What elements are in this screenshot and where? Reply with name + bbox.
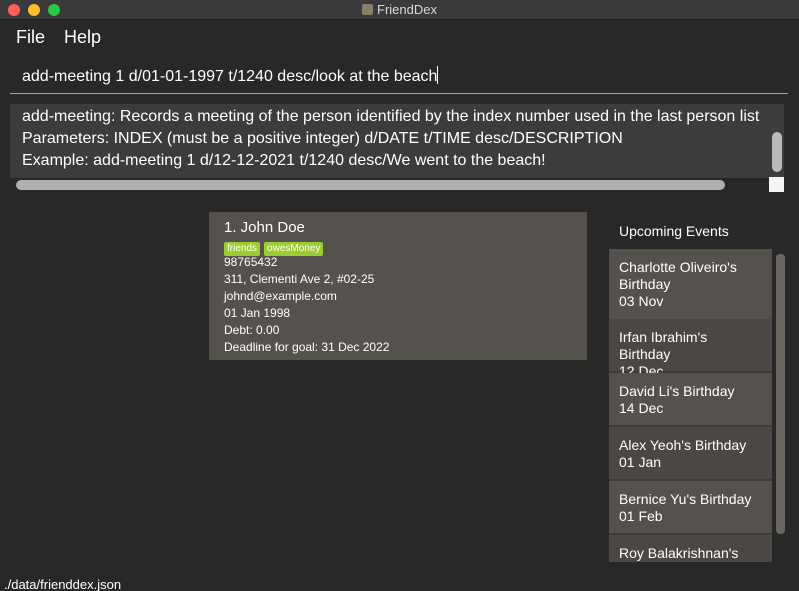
status-bar: ./data/frienddex.json: [0, 576, 799, 591]
tag-list: friends owesMoney: [224, 238, 327, 256]
result-display: add-meeting: Records a meeting of the pe…: [10, 104, 784, 178]
status-file-path: ./data/frienddex.json: [4, 577, 122, 591]
upcoming-events-title: Upcoming Events: [619, 223, 729, 239]
event-name: David Li's Birthday: [619, 383, 735, 399]
event-date: 01 Jan: [619, 454, 662, 470]
text-caret: [437, 66, 439, 84]
menu-help[interactable]: Help: [64, 27, 101, 48]
event-item[interactable]: Charlotte Oliveiro's Birthday 03 Nov: [609, 249, 772, 319]
command-box[interactable]: add-meeting 1 d/01-01-1997 t/1240 desc/l…: [10, 58, 788, 94]
title-bar: FriendDex: [0, 0, 799, 20]
event-name: Bernice Yu's Birthday: [619, 491, 752, 507]
app-icon: [362, 4, 374, 15]
event-item[interactable]: Bernice Yu's Birthday 01 Feb: [609, 481, 772, 533]
tag-badge: owesMoney: [264, 242, 324, 256]
person-birthday: 01 Jan 1998: [224, 306, 291, 320]
event-item[interactable]: Alex Yeoh's Birthday 01 Jan: [609, 427, 772, 479]
event-date: 01 Feb: [619, 508, 663, 524]
person-name: 1. John Doe: [224, 219, 305, 236]
event-name: Roy Balakrishnan's: [619, 545, 739, 561]
person-address: 311, Clementi Ave 2, #02-25: [224, 272, 375, 286]
upcoming-events-list: Charlotte Oliveiro's Birthday 03 Nov Irf…: [609, 249, 772, 562]
person-email: johnd@example.com: [224, 289, 337, 303]
event-item[interactable]: David Li's Birthday 14 Dec: [609, 373, 772, 425]
result-line: Example: add-meeting 1 d/12-12-2021 t/12…: [22, 152, 546, 169]
event-name: Alex Yeoh's Birthday: [619, 437, 747, 453]
window-title: FriendDex: [0, 2, 799, 17]
events-vertical-scrollbar[interactable]: [776, 254, 785, 534]
result-line: add-meeting: Records a meeting of the pe…: [22, 108, 760, 125]
window-title-text: FriendDex: [377, 2, 437, 17]
event-name: Charlotte Oliveiro's Birthday: [619, 259, 737, 292]
menu-bar: File Help: [0, 21, 799, 55]
event-date: 03 Nov: [619, 293, 664, 309]
person-phone: 98765432: [224, 255, 278, 269]
event-item[interactable]: Irfan Ibrahim's Birthday 12 Dec: [609, 319, 772, 379]
result-vertical-scrollbar[interactable]: [772, 132, 782, 172]
tag-badge: friends: [224, 242, 261, 256]
person-debt: Debt: 0.00: [224, 323, 280, 337]
result-line: Parameters: INDEX (must be a positive in…: [22, 130, 623, 147]
result-horizontal-scrollbar[interactable]: [16, 180, 725, 190]
event-name: Irfan Ibrahim's Birthday: [619, 329, 708, 362]
event-date: 14 Dec: [619, 400, 664, 416]
scrollbar-corner: [769, 177, 784, 192]
command-text: add-meeting 1 d/01-01-1997 t/1240 desc/l…: [22, 68, 438, 85]
command-input[interactable]: add-meeting 1 d/01-01-1997 t/1240 desc/l…: [22, 66, 439, 86]
menu-file[interactable]: File: [16, 27, 45, 48]
person-card[interactable]: 1. John Doe friends owesMoney 98765432 31…: [209, 212, 587, 360]
event-item[interactable]: Roy Balakrishnan's: [609, 535, 772, 562]
person-goal-deadline: Deadline for goal: 31 Dec 2022: [224, 340, 390, 354]
